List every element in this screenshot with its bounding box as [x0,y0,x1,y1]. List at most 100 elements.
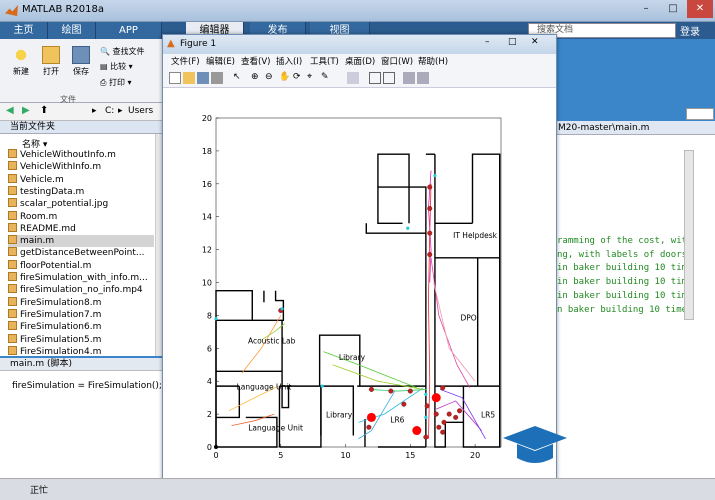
tab-home[interactable]: 主页 [0,22,48,39]
logo-cn-text: 必过源码 [573,419,669,447]
up-folder-icon[interactable]: ⬆ [40,105,48,116]
editor-dropdown[interactable] [686,108,714,120]
code-line[interactable]: in baker building 10 time [557,277,692,287]
file-name: FireSimulation4.m [20,346,102,357]
agent-point [440,429,446,435]
file-item[interactable]: FireSimulation8.m [8,296,154,309]
show-tools-icon[interactable] [417,72,429,84]
zoom-out-icon[interactable]: ⊖ [265,72,277,84]
agent-point [427,252,433,258]
zoom-in-icon[interactable]: ⊕ [251,72,263,84]
figure-icon: ▲ [167,38,175,49]
path-drive[interactable]: C: [105,106,114,116]
room-label: DPO [461,313,477,322]
code-line[interactable]: in baker building 10 time [557,291,692,301]
agent-point [427,205,433,211]
path-folder[interactable]: Users [128,106,153,116]
file-list-scrollbar[interactable] [155,134,162,356]
fire-point [431,393,441,403]
save-icon [72,46,90,64]
pan-icon[interactable]: ✋ [279,72,291,84]
menu-tools[interactable]: 工具(T) [310,55,339,69]
compare-button[interactable]: ▤ 比较 ▾ [100,61,133,72]
editor-file-tab[interactable]: M20-master\main.m [555,121,715,135]
menu-view[interactable]: 查看(V) [241,55,270,69]
file-item[interactable]: scalar_potential.jpg [8,198,154,210]
editor-scrollbar[interactable] [684,150,694,320]
menu-edit[interactable]: 编辑(E) [206,55,235,69]
file-item[interactable]: fireSimulation_with_info.m... [8,272,154,284]
matlab-logo-icon [4,4,19,17]
room-label: Language Unit [237,382,292,391]
file-item[interactable]: FireSimulation7.m [8,308,154,321]
open-icon[interactable] [183,72,195,84]
close-button[interactable]: ✕ [687,0,713,18]
link-plot-icon[interactable] [347,72,359,84]
door-marker [433,173,437,178]
file-icon [8,284,17,294]
file-item[interactable]: Room.m [8,210,154,223]
menu-desktop[interactable]: 桌面(D) [345,55,375,69]
room-label: LR5 [481,410,495,419]
figure-menubar: 文件(F) 编辑(E) 查看(V) 插入(I) 工具(T) 桌面(D) 窗口(W… [163,54,556,69]
maximize-button[interactable]: □ [660,0,686,18]
menu-help[interactable]: 帮助(H) [418,55,448,69]
file-item[interactable]: VehicleWithInfo.m [8,161,154,173]
brush-icon[interactable]: ✎ [321,72,333,84]
tab-apps[interactable]: APP [96,22,162,39]
menu-file[interactable]: 文件(F) [171,55,200,69]
tab-plots[interactable]: 绘图 [48,22,96,39]
file-name: floorPotential.m [20,260,92,271]
rotate-icon[interactable]: ⟳ [293,72,305,84]
save-button[interactable]: 保存 [68,46,94,77]
file-item[interactable]: fireSimulation_no_info.mp4 [8,284,154,296]
figure-close-button[interactable]: ✕ [531,37,539,47]
minimize-button[interactable]: – [633,0,659,18]
door-marker [424,392,428,396]
figure-minimize-button[interactable]: – [485,37,490,47]
legend-icon[interactable] [383,72,395,84]
file-item[interactable]: FireSimulation5.m [8,333,154,346]
agent-point [427,230,433,236]
door-marker [280,307,284,311]
file-item[interactable]: main.m [8,235,154,248]
file-item[interactable]: testingData.m [8,185,154,198]
find-files-button[interactable]: 🔍 查找文件 [100,46,145,57]
new-figure-icon[interactable] [169,72,181,84]
file-item[interactable]: Vehicle.m [8,173,154,186]
login-link[interactable]: 登录 [680,23,700,38]
code-line[interactable]: ng, with labels of doors [557,250,687,260]
room-label: LR6 [390,415,404,424]
menu-window[interactable]: 窗口(W) [381,55,413,69]
colorbar-icon[interactable] [369,72,381,84]
pointer-icon[interactable]: ↖ [233,72,245,84]
code-line[interactable]: in baker building 10 time [557,263,692,273]
agent-point [441,419,447,425]
print-icon[interactable] [211,72,223,84]
hide-tools-icon[interactable] [403,72,415,84]
print-button[interactable]: ⎙ 打印 ▾ [100,77,132,88]
path-separator-icon: ▸ [92,106,97,116]
agent-point [423,434,429,440]
file-item[interactable]: VehicleWithoutInfo.m [8,149,154,161]
file-item[interactable]: README.md [8,222,154,235]
back-icon[interactable]: ◀ [6,105,14,116]
code-line[interactable]: n baker building 10 times [557,305,692,315]
open-button[interactable]: 打开 [38,46,64,77]
save-icon[interactable] [197,72,209,84]
menu-insert[interactable]: 插入(I) [276,55,302,69]
figure-maximize-button[interactable]: □ [508,37,517,47]
file-item[interactable]: getDistanceBetweenPoint... [8,247,154,259]
data-cursor-icon[interactable]: ⌖ [307,72,319,84]
forward-icon[interactable]: ▶ [22,105,30,116]
agent-point [407,388,413,394]
new-button[interactable]: 新建 [8,46,34,77]
file-item[interactable]: floorPotential.m [8,259,154,272]
file-item[interactable]: FireSimulation4.m [8,345,154,358]
y-tick-label: 4 [207,377,212,386]
room-label: IT Helpdesk [453,231,498,240]
file-name: testingData.m [20,186,85,197]
agent-point [366,424,372,430]
code-line[interactable]: ramming of the cost, with [557,236,692,246]
file-item[interactable]: FireSimulation6.m [8,321,154,333]
